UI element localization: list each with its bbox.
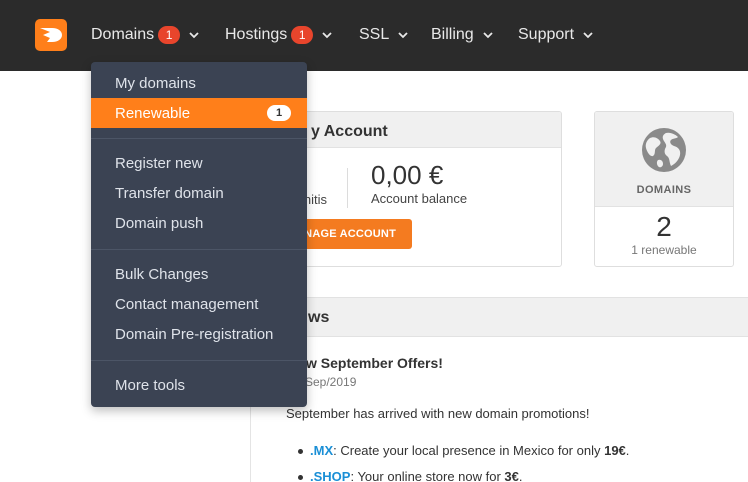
domains-card-label: DOMAINS <box>636 184 692 196</box>
menu-divider <box>91 138 307 139</box>
nav-hostings-badge: 1 <box>291 26 314 44</box>
offer-text: : Your online store now for <box>350 469 505 482</box>
news-offer-list: .MX: Create your local presence in Mexic… <box>296 443 629 482</box>
nav-ssl[interactable]: SSL <box>359 25 409 45</box>
menu-item-label: Domain push <box>115 214 204 232</box>
nav-hostings[interactable]: Hostings 1 <box>225 25 333 45</box>
news-offer-date: Sep/2019 <box>305 375 357 389</box>
list-item: .SHOP: Your online store now for 3€. <box>296 469 629 482</box>
nav-ssl-label: SSL <box>359 26 390 43</box>
menu-item-more-tools[interactable]: More tools <box>91 370 307 400</box>
menu-item-label: Renewable <box>115 104 191 122</box>
domains-card[interactable]: DOMAINS 2 1 renewable <box>594 111 734 267</box>
tld-link-shop[interactable]: .SHOP <box>310 469 350 482</box>
domains-card-header: DOMAINS <box>595 112 733 207</box>
nav-hostings-label: Hostings <box>225 26 288 43</box>
menu-item-label: Contact management <box>115 295 259 313</box>
top-navbar: Domains 1 Hostings 1 SSL Billing Support <box>0 0 748 71</box>
domains-count: 2 <box>656 211 672 242</box>
list-item: .MX: Create your local presence in Mexic… <box>296 443 629 469</box>
nav-support-label: Support <box>518 26 575 43</box>
offer-end: . <box>518 469 523 482</box>
menu-divider <box>91 249 307 250</box>
offer-price: 19€ <box>604 443 626 458</box>
menu-item-label: Bulk Changes <box>115 265 209 283</box>
menu-item-bulk-changes[interactable]: Bulk Changes <box>91 259 307 289</box>
offer-text: : Create your local presence in Mexico f… <box>333 443 605 458</box>
logo-icon <box>40 28 62 42</box>
domains-renewable-count: 1 renewable <box>631 243 697 257</box>
domains-dropdown-menu: My domains Renewable 1 Register new Tran… <box>91 62 307 407</box>
news-offer-title[interactable]: w September Offers! <box>306 355 443 371</box>
menu-item-label: Domain Pre-registration <box>115 325 274 343</box>
nav-billing[interactable]: Billing <box>431 25 494 45</box>
brand-logo[interactable] <box>35 19 67 51</box>
chevron-down-icon <box>483 32 493 39</box>
news-title: ws <box>308 309 330 326</box>
nav-support[interactable]: Support <box>518 25 594 45</box>
menu-item-domain-push[interactable]: Domain push <box>91 208 307 238</box>
menu-item-transfer-domain[interactable]: Transfer domain <box>91 178 307 208</box>
renewable-count-badge: 1 <box>267 105 291 121</box>
menu-item-contact-management[interactable]: Contact management <box>91 289 307 319</box>
menu-item-label: My domains <box>115 74 196 92</box>
nav-domains-label: Domains <box>91 26 155 43</box>
card-divider <box>347 168 348 208</box>
account-card: y Account nitis 0,00 € Account balance N… <box>266 111 562 267</box>
nav-domains[interactable]: Domains 1 <box>91 25 200 45</box>
news-header: ws <box>252 297 748 337</box>
menu-item-my-domains[interactable]: My domains <box>91 68 307 98</box>
balance-value: 0,00 € <box>371 160 444 190</box>
nav-domains-badge: 1 <box>158 26 181 44</box>
menu-item-label: More tools <box>115 376 186 394</box>
menu-item-label: Transfer domain <box>115 184 224 202</box>
tld-link-mx[interactable]: .MX <box>310 443 333 458</box>
menu-item-label: Register new <box>115 154 203 172</box>
chevron-down-icon <box>189 32 199 39</box>
chevron-down-icon <box>322 32 332 39</box>
menu-item-renewable[interactable]: Renewable 1 <box>91 98 307 128</box>
menu-item-domain-pre-registration[interactable]: Domain Pre-registration <box>91 319 307 349</box>
globe-icon <box>642 128 686 172</box>
balance-label: Account balance <box>371 191 468 206</box>
menu-item-register-new[interactable]: Register new <box>91 148 307 178</box>
nav-billing-label: Billing <box>431 26 474 43</box>
chevron-down-icon <box>398 32 408 39</box>
news-offer-intro: September has arrived with new domain pr… <box>286 406 590 421</box>
account-card-title: y Account <box>267 112 561 148</box>
chevron-down-icon <box>583 32 593 39</box>
offer-price: 3€ <box>504 469 519 482</box>
menu-divider <box>91 360 307 361</box>
offer-end: . <box>625 443 630 458</box>
